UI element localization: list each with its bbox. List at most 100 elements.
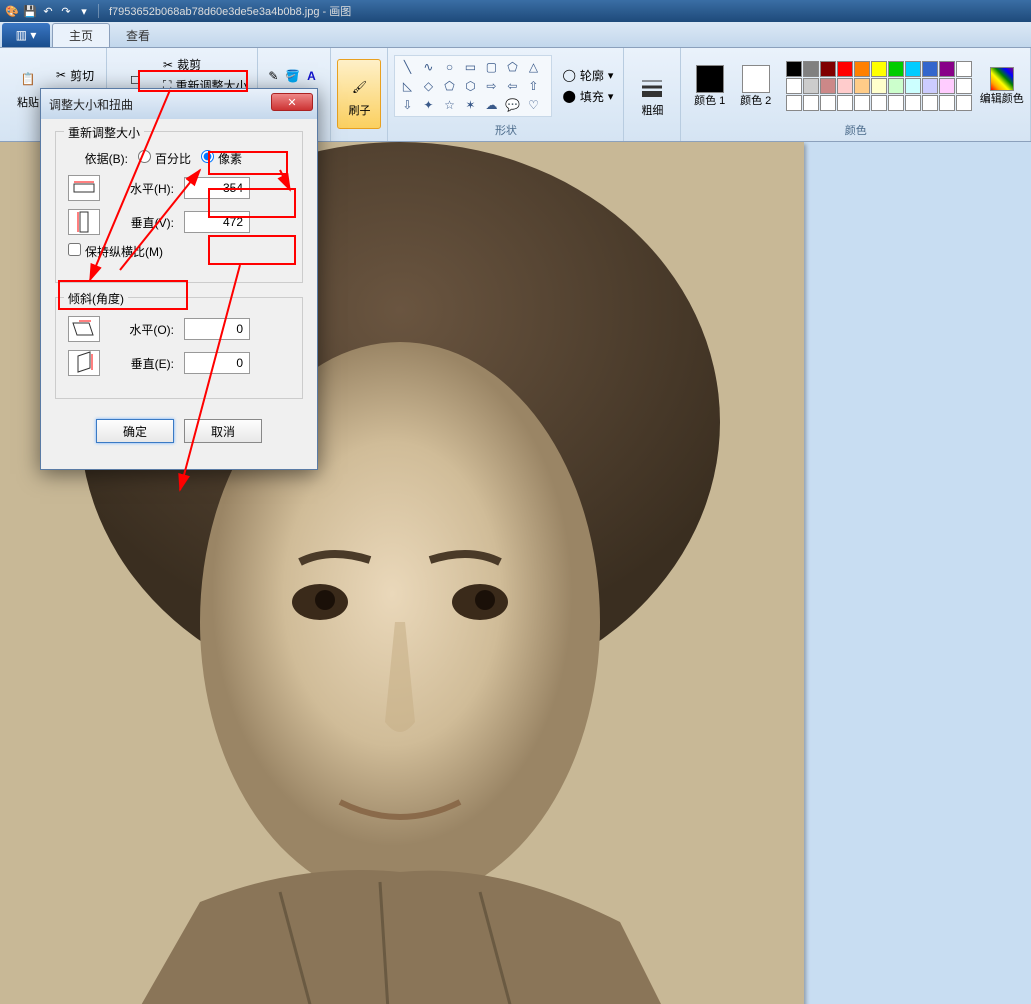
color-swatch[interactable] xyxy=(905,78,921,94)
size-button[interactable]: 粗细 xyxy=(630,59,674,129)
undo-icon[interactable]: ↶ xyxy=(40,3,56,19)
shape-bubble[interactable]: 💬 xyxy=(502,96,522,114)
color-swatch[interactable] xyxy=(871,61,887,77)
color-swatch[interactable] xyxy=(854,61,870,77)
horizontal-input[interactable] xyxy=(184,177,250,199)
tab-view[interactable]: 查看 xyxy=(110,23,166,47)
file-tab[interactable]: ▥ ▾ xyxy=(2,23,50,47)
fill-button[interactable]: ⬤填充 ▾ xyxy=(558,87,617,106)
shape-rarrow[interactable]: ⇨ xyxy=(481,77,501,95)
vertical-icon xyxy=(68,209,100,235)
color-swatch[interactable] xyxy=(905,61,921,77)
qat-dropdown-icon[interactable]: ▾ xyxy=(76,3,92,19)
color-swatch[interactable] xyxy=(803,95,819,111)
color-swatch[interactable] xyxy=(939,61,955,77)
by-label: 依据(B): xyxy=(68,150,128,167)
outline-button[interactable]: ◯轮廓 ▾ xyxy=(558,66,617,85)
color-swatch[interactable] xyxy=(956,78,972,94)
shape-6star[interactable]: ✶ xyxy=(460,96,480,114)
close-button[interactable]: ✕ xyxy=(271,93,313,111)
color2-button[interactable]: 颜色 2 xyxy=(734,51,778,121)
color-swatch[interactable] xyxy=(871,78,887,94)
shape-poly[interactable]: ⬠ xyxy=(502,58,522,76)
color-swatch[interactable] xyxy=(888,78,904,94)
color-swatch[interactable] xyxy=(837,95,853,111)
shape-5star[interactable]: ☆ xyxy=(439,96,459,114)
cut-button[interactable]: ✂剪切 xyxy=(52,66,100,85)
color-swatch[interactable] xyxy=(786,61,802,77)
brush-icon: 🖌 xyxy=(343,71,375,103)
color-swatch[interactable] xyxy=(820,61,836,77)
shape-larrow[interactable]: ⇦ xyxy=(502,77,522,95)
edit-colors-button[interactable]: 编辑颜色 xyxy=(980,51,1024,121)
shape-hex[interactable]: ⬡ xyxy=(460,77,480,95)
paint-icon[interactable]: 🎨 xyxy=(4,3,20,19)
group-size: 粗细 xyxy=(624,48,681,141)
pixel-radio[interactable]: 像素 xyxy=(201,150,242,167)
group-colors: 颜色 1 颜色 2 编辑颜色 颜色 xyxy=(681,48,1031,141)
cancel-button[interactable]: 取消 xyxy=(184,419,262,443)
color-swatch[interactable] xyxy=(820,95,836,111)
shape-darrow[interactable]: ⇩ xyxy=(397,96,417,114)
shape-callout[interactable]: ☁ xyxy=(481,96,501,114)
shape-rtri[interactable]: ◺ xyxy=(397,77,417,95)
color-swatch[interactable] xyxy=(786,78,802,94)
color-swatch[interactable] xyxy=(803,78,819,94)
fill-icon: ⬤ xyxy=(562,89,575,103)
group-brushes: 🖌 刷子 xyxy=(331,48,388,141)
pencil-tool[interactable]: ✎ xyxy=(264,67,282,85)
shape-oval[interactable]: ○ xyxy=(439,58,459,76)
color-swatch[interactable] xyxy=(854,78,870,94)
vertical-input[interactable] xyxy=(184,211,250,233)
shape-tri[interactable]: △ xyxy=(523,58,543,76)
ok-button[interactable]: 确定 xyxy=(96,419,174,443)
skew-v-input[interactable] xyxy=(184,352,250,374)
fill-tool[interactable]: 🪣 xyxy=(283,67,301,85)
color-swatch[interactable] xyxy=(905,95,921,111)
shape-diamond[interactable]: ◇ xyxy=(418,77,438,95)
skew-h-input[interactable] xyxy=(184,318,250,340)
color-swatch[interactable] xyxy=(786,95,802,111)
shape-pent[interactable]: ⬠ xyxy=(439,77,459,95)
shape-4star[interactable]: ✦ xyxy=(418,96,438,114)
save-icon[interactable]: 💾 xyxy=(22,3,38,19)
color-swatch[interactable] xyxy=(922,95,938,111)
color-swatch[interactable] xyxy=(888,61,904,77)
window-title: f7953652b068ab78d60e3de5e3a4b0b8.jpg - 画… xyxy=(109,3,351,19)
shape-line[interactable]: ╲ xyxy=(397,58,417,76)
shape-roundrect[interactable]: ▢ xyxy=(481,58,501,76)
color2-swatch xyxy=(742,65,770,93)
dialog-titlebar[interactable]: 调整大小和扭曲 ✕ xyxy=(41,89,317,119)
shape-heart[interactable]: ♡ xyxy=(523,96,543,114)
aspect-checkbox[interactable]: 保持纵横比(M) xyxy=(68,243,163,260)
brush-button[interactable]: 🖌 刷子 xyxy=(337,59,381,129)
color1-button[interactable]: 颜色 1 xyxy=(688,51,732,121)
color-swatch[interactable] xyxy=(956,61,972,77)
shape-curve[interactable]: ∿ xyxy=(418,58,438,76)
shape-uarrow[interactable]: ⇧ xyxy=(523,77,543,95)
skew-fieldset: 倾斜(角度) 水平(O): 垂直(E): xyxy=(55,297,303,399)
redo-icon[interactable]: ↷ xyxy=(58,3,74,19)
v-label: 垂直(V): xyxy=(114,214,174,231)
color-swatch[interactable] xyxy=(956,95,972,111)
crop-button[interactable]: ✂裁剪 xyxy=(159,55,251,74)
text-tool[interactable]: A xyxy=(302,67,320,85)
outline-icon: ◯ xyxy=(562,68,575,82)
color-swatch[interactable] xyxy=(837,61,853,77)
skew-legend: 倾斜(角度) xyxy=(64,290,128,307)
shapes-gallery[interactable]: ╲∿○▭▢⬠△ ◺◇⬠⬡⇨⇦⇧ ⇩✦☆✶☁💬♡ xyxy=(394,55,552,117)
color-swatch[interactable] xyxy=(803,61,819,77)
color-swatch[interactable] xyxy=(922,61,938,77)
color-swatch[interactable] xyxy=(939,78,955,94)
color-swatch[interactable] xyxy=(854,95,870,111)
percent-radio[interactable]: 百分比 xyxy=(138,150,191,167)
color-swatch[interactable] xyxy=(871,95,887,111)
color-swatch[interactable] xyxy=(837,78,853,94)
color-swatch[interactable] xyxy=(922,78,938,94)
color-swatch[interactable] xyxy=(820,78,836,94)
titlebar: 🎨 💾 ↶ ↷ ▾ f7953652b068ab78d60e3de5e3a4b0… xyxy=(0,0,1031,22)
shape-rect[interactable]: ▭ xyxy=(460,58,480,76)
tab-home[interactable]: 主页 xyxy=(52,23,110,47)
color-swatch[interactable] xyxy=(939,95,955,111)
color-swatch[interactable] xyxy=(888,95,904,111)
